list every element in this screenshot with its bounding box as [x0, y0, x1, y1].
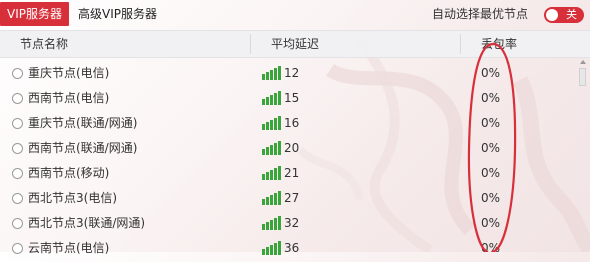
- signal-strength-icon: [262, 91, 281, 105]
- tab-vip-servers[interactable]: VIP服务器: [0, 2, 69, 26]
- signal-strength-icon: [262, 241, 281, 255]
- node-name: 西南节点(电信): [28, 91, 110, 105]
- signal-strength-icon: [262, 191, 281, 205]
- signal-strength-icon: [262, 116, 281, 130]
- node-latency: 27: [284, 191, 300, 205]
- table-row[interactable]: 西北节点3(联通/网通) 32 0%: [0, 212, 576, 237]
- signal-strength-icon: [262, 141, 281, 155]
- column-divider: [460, 34, 461, 54]
- node-packet-loss: 0%: [481, 91, 501, 105]
- radio-button[interactable]: [12, 168, 23, 179]
- auto-select-label: 自动选择最优节点: [431, 7, 528, 21]
- toggle-knob: [546, 9, 558, 21]
- node-name: 西北节点3(电信): [28, 191, 117, 205]
- node-name: 重庆节点(联通/网通): [28, 116, 138, 130]
- table-row[interactable]: 西北节点3(电信) 27 0%: [0, 187, 576, 212]
- node-name: 重庆节点(电信): [28, 66, 110, 80]
- node-packet-loss: 0%: [481, 216, 501, 230]
- node-packet-loss: 0%: [481, 191, 501, 205]
- tab-premium-vip-servers[interactable]: 高级VIP服务器: [78, 2, 157, 26]
- node-latency: 15: [284, 91, 300, 105]
- scrollbar-thumb[interactable]: [579, 68, 586, 86]
- toggle-label: 关: [566, 8, 577, 21]
- node-latency: 12: [284, 66, 300, 80]
- column-header-latency[interactable]: 平均延迟: [271, 31, 319, 57]
- radio-button[interactable]: [12, 243, 23, 254]
- column-header-node-name[interactable]: 节点名称: [20, 31, 68, 57]
- column-divider: [250, 34, 251, 54]
- node-packet-loss: 0%: [481, 66, 501, 80]
- node-name: 云南节点(电信): [28, 241, 110, 255]
- radio-button[interactable]: [12, 218, 23, 229]
- radio-button[interactable]: [12, 68, 23, 79]
- top-bar: VIP服务器 高级VIP服务器 自动选择最优节点 关: [0, 0, 590, 30]
- node-name: 西南节点(联通/网通): [28, 141, 138, 155]
- table-row[interactable]: 云南节点(电信) 36 0%: [0, 237, 576, 262]
- table-row[interactable]: 西南节点(电信) 15 0%: [0, 87, 576, 112]
- node-packet-loss: 0%: [481, 141, 501, 155]
- signal-strength-icon: [262, 216, 281, 230]
- column-header-loss[interactable]: 丢包率: [481, 31, 517, 57]
- auto-select-toggle[interactable]: 关: [544, 7, 584, 23]
- table-row[interactable]: 重庆节点(电信) 12 0%: [0, 62, 576, 87]
- node-latency: 20: [284, 141, 300, 155]
- node-latency: 32: [284, 216, 300, 230]
- node-latency: 16: [284, 116, 300, 130]
- radio-button[interactable]: [12, 118, 23, 129]
- node-packet-loss: 0%: [481, 241, 501, 255]
- scroll-up-arrow-icon[interactable]: [578, 58, 588, 66]
- table-row[interactable]: 西南节点(联通/网通) 20 0%: [0, 137, 576, 162]
- table-row[interactable]: 西南节点(移动) 21 0%: [0, 162, 576, 187]
- node-name: 西南节点(移动): [28, 166, 110, 180]
- table-header: 节点名称 平均延迟 丢包率: [0, 30, 590, 58]
- signal-strength-icon: [262, 66, 281, 80]
- vertical-scrollbar[interactable]: [578, 58, 588, 252]
- node-latency: 36: [284, 241, 300, 255]
- table-row[interactable]: 重庆节点(联通/网通) 16 0%: [0, 112, 576, 137]
- node-name: 西北节点3(联通/网通): [28, 216, 146, 230]
- signal-strength-icon: [262, 166, 281, 180]
- node-latency: 21: [284, 166, 300, 180]
- node-packet-loss: 0%: [481, 116, 501, 130]
- radio-button[interactable]: [12, 143, 23, 154]
- radio-button[interactable]: [12, 193, 23, 204]
- radio-button[interactable]: [12, 93, 23, 104]
- node-packet-loss: 0%: [481, 166, 501, 180]
